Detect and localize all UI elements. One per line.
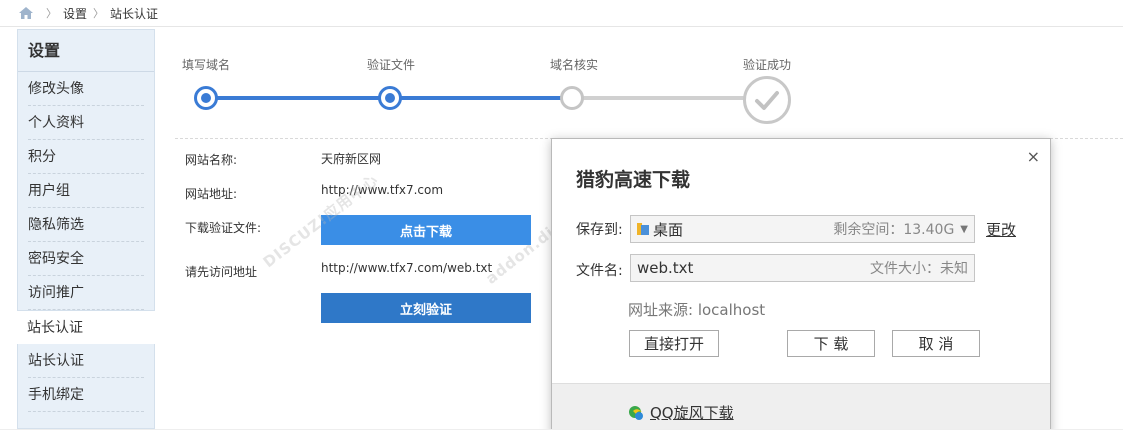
download-file-label: 下载验证文件: [185,221,262,235]
bottom-strip [0,429,1123,438]
breadcrumb-separator: 〉 [93,7,105,20]
sidebar-title: 设置 [18,30,154,72]
change-location-link[interactable]: 更改 [986,219,1016,240]
step-dot-file [378,86,402,110]
sidebar-item-password[interactable]: 密码安全 [28,242,144,276]
filename-input[interactable]: web.txt 文件大小：未知 [630,254,975,282]
step-label-success: 验证成功 [743,58,792,72]
verification-steps: 填写域名 验证文件 域名核实 验证成功 [175,50,825,130]
site-name-value: 天府新区网 [321,152,382,166]
filename-label: 文件名: [576,263,623,279]
sidebar-item-webmaster[interactable]: 站长认证 [28,344,144,378]
step-label-file: 验证文件 [367,58,416,72]
free-space-text: 剩余空间：13.40G [833,222,955,238]
qq-whirlwind-link[interactable]: QQ旋风下载 [628,402,734,423]
site-url-label: 网站地址: [185,187,238,201]
download-file-button[interactable]: 点击下载 [321,215,531,245]
step-success-icon [743,76,791,124]
sidebar-item-promotion[interactable]: 访问推广 [28,276,144,310]
home-icon[interactable] [18,6,34,20]
breadcrumb-settings[interactable]: 设置 [63,5,87,22]
settings-sidebar: 设置 修改头像 个人资料 积分 用户组 隐私筛选 密码安全 访问推广 站长认证 … [17,29,155,429]
sidebar-item-usergroup[interactable]: 用户组 [28,174,144,208]
checkmark-icon [755,91,779,110]
chevron-down-icon: ▼ [960,223,968,235]
file-size-text: 文件大小：未知 [870,261,968,277]
save-location-value: 桌面 [653,220,684,239]
verify-now-button[interactable]: 立刻验证 [321,293,531,323]
filename-value: web.txt [637,259,694,277]
download-button[interactable]: 下 载 [787,330,875,357]
visit-url-value[interactable]: http://www.tfx7.com/web.txt [321,261,492,275]
open-directly-button[interactable]: 直接打开 [629,330,719,357]
site-url-value: http://www.tfx7.com [321,183,444,197]
step-label-check: 域名核实 [550,58,599,72]
qq-whirlwind-label: QQ旋风下载 [650,404,734,422]
progress-track-pending [572,96,744,100]
sidebar-item-credits[interactable]: 积分 [28,140,144,174]
breadcrumb-divider [0,26,1123,27]
step-dot-check [560,86,584,110]
sidebar-item-mobile[interactable]: 手机绑定 [28,378,144,412]
dialog-title: 猎豹高速下载 [576,169,691,191]
breadcrumb: 〉 设置 〉 站长认证 [0,0,1123,26]
download-dialog: × 猎豹高速下载 保存到: 桌面 剩余空间：13.40G ▼ 更改 文件名: w… [551,138,1051,435]
save-to-label: 保存到: [576,222,623,238]
breadcrumb-current: 站长认证 [110,6,159,21]
sidebar-item-avatar[interactable]: 修改头像 [28,72,144,106]
step-dot-domain [194,86,218,110]
visit-url-label: 请先访问地址 [185,265,258,279]
site-name-label: 网站名称: [185,153,238,167]
source-url-text: 网址来源: localhost [628,301,766,319]
sidebar-item-profile[interactable]: 个人资料 [28,106,144,140]
sidebar-item-webmaster-active[interactable]: 站长认证 [17,310,155,344]
sidebar-item-privacy[interactable]: 隐私筛选 [28,208,144,242]
breadcrumb-separator: 〉 [46,7,57,20]
folder-icon [637,223,649,235]
cancel-button[interactable]: 取 消 [892,330,980,357]
close-icon[interactable]: × [1027,147,1040,166]
step-label-domain: 填写域名 [182,58,231,72]
dialog-footer: QQ旋风下载 [552,383,1050,435]
save-location-select[interactable]: 桌面 剩余空间：13.40G ▼ [630,215,975,243]
qq-whirlwind-icon [629,405,643,420]
